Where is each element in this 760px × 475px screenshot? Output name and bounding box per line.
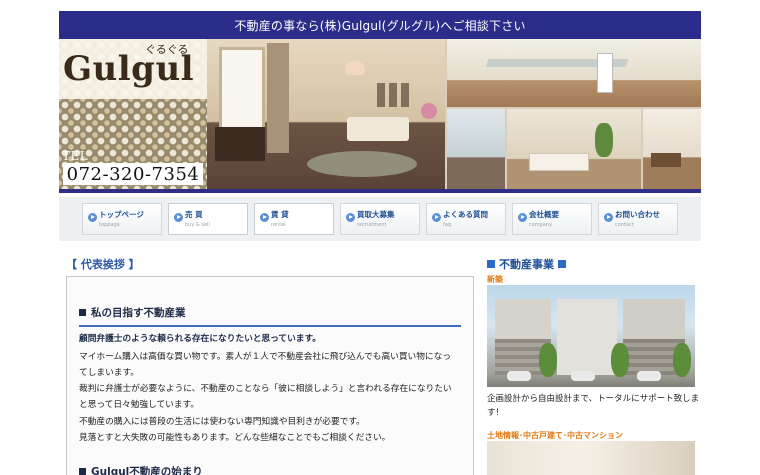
paragraph-line: 見落とすと大失敗の可能性もあります。どんな些細なことでもご相談ください。 (79, 433, 391, 443)
tree (539, 343, 557, 377)
hero-photo-dining (447, 39, 701, 107)
banner-text: 不動産の事なら(株)Gulgul(グルグル)へご相談下さい (234, 18, 526, 33)
nav-item-contact[interactable]: お問い合わせ contact (598, 203, 678, 235)
nav-sublabel: company (529, 222, 553, 228)
square-bullet-icon (558, 260, 566, 268)
car (637, 371, 661, 381)
nav-sublabel: toppage (99, 222, 120, 228)
logo-block[interactable]: ぐるぐる Gulgul TEL 072-320-7354 (59, 39, 207, 189)
nav-item-buy-sell[interactable]: 売 買 buy & sell (168, 203, 248, 235)
paragraph-line: 裁判に弁護士が必要なように、不動産のことなら「彼に相談しよう」と言われる存在にな… (79, 384, 452, 394)
nav-sublabel: faq (443, 222, 451, 228)
nav-item-rental[interactable]: 賃 貸 rental (254, 203, 334, 235)
square-bullet-icon (79, 309, 86, 316)
tree (611, 343, 629, 377)
sidebar-title-text: 不動産事業 (499, 258, 554, 271)
car (571, 371, 595, 381)
section-title: 【 代表挨拶 】 (66, 258, 140, 271)
hero-header: ぐるぐる Gulgul TEL 072-320-7354 (59, 39, 701, 189)
photo-chandelier (345, 61, 365, 75)
heading-underline (79, 325, 461, 327)
photo-flowers (421, 103, 437, 119)
nav-item-recruitment[interactable]: 買取大募集 recruitment (340, 203, 420, 235)
arrow-right-icon (174, 213, 183, 222)
sidebar-title: 不動産事業 (487, 256, 570, 272)
site-logo[interactable]: Gulgul (63, 49, 194, 89)
nav-label: 売 買 (185, 210, 203, 219)
hero-photo-lounge (507, 109, 641, 189)
new-build-houses-photo[interactable] (487, 285, 695, 387)
tel-label: TEL (62, 149, 89, 163)
heading-text: 私の目指す不動産業 (91, 307, 186, 319)
tree (673, 343, 691, 377)
lead-sentence: 顧問弁護士のような頼られる存在になりたいと思っています。 (79, 334, 321, 344)
house-2 (557, 299, 617, 375)
photo-desk-2 (651, 153, 681, 167)
arrow-right-icon (604, 213, 613, 222)
used-property-photo[interactable] (487, 441, 695, 475)
paragraph-line: てしまいます。 (79, 368, 139, 378)
arrow-right-icon (88, 213, 97, 222)
nav-sublabel: contact (615, 222, 634, 228)
hero-photo-living-room (207, 39, 445, 189)
nav-label: 買取大募集 (357, 210, 395, 219)
heading-origin: Gulgul不動産の始まり (79, 464, 461, 475)
hero-photo-balcony (447, 109, 505, 189)
hero-bottom-bar (59, 189, 701, 193)
nav-label: お問い合わせ (615, 210, 660, 219)
square-bullet-icon (487, 260, 495, 268)
arrow-right-icon (346, 213, 355, 222)
paragraph-line: マイホーム購入は高価な買い物です。素人が１人で不動産会社に飛び込んでも高い買い物… (79, 352, 451, 362)
category-land-used[interactable]: 土地情報･中古戸建て･中古マンション (487, 430, 623, 441)
nav-item-company[interactable]: 会社概要 company (512, 203, 592, 235)
heading-text: Gulgul不動産の始まり (91, 466, 203, 475)
arrow-right-icon (432, 213, 441, 222)
top-banner: 不動産の事なら(株)Gulgul(グルグル)へご相談下さい (59, 11, 701, 39)
greeting-box: 私の目指す不動産業 顧問弁護士のような頼られる存在になりたいと思っています。 マ… (66, 276, 474, 475)
photo-plant (595, 123, 613, 157)
heading-block: Gulgul不動産の始まり (79, 464, 461, 475)
photo-curtain (267, 43, 289, 153)
tel-number: 072-320-7354 (63, 163, 203, 185)
nav-label: よくある質問 (443, 210, 488, 219)
paragraph-line: 不動産の購入には普段の生活には使わない専門知識や目利きが必要です。 (79, 417, 365, 427)
nav-item-faq[interactable]: よくある質問 faq (426, 203, 506, 235)
nav-sublabel: buy & sell (185, 222, 210, 228)
photo-sofa-2 (529, 153, 589, 171)
paragraph-line: と思って日々勉強しています。 (79, 400, 200, 410)
arrow-right-icon (260, 213, 269, 222)
heading-vision: 私の目指す不動産業 (79, 305, 461, 320)
hero-photo-study (643, 109, 701, 189)
heading-block: 私の目指す不動産業 (79, 305, 461, 327)
photo-chair (597, 53, 613, 93)
nav-label: 賃 貸 (271, 210, 289, 219)
photo-rug (307, 151, 417, 177)
category-new-build[interactable]: 新築 (487, 274, 503, 285)
photo-sofa (347, 117, 409, 141)
nav-sublabel: recruitment (357, 222, 387, 228)
nav-sublabel: rental (271, 222, 286, 228)
car (507, 371, 531, 381)
photo-frames (377, 83, 411, 107)
photo-desk (215, 127, 265, 161)
nav-item-toppage[interactable]: トップページ toppage (82, 203, 162, 235)
new-build-description: 企画設計から自由設計まで、トータルにサポート致しま (487, 394, 700, 404)
new-build-description-cont: す！ (487, 408, 505, 418)
arrow-right-icon (518, 213, 527, 222)
square-bullet-icon (79, 468, 86, 475)
nav-label: トップページ (99, 210, 144, 219)
nav-label: 会社概要 (529, 210, 559, 219)
